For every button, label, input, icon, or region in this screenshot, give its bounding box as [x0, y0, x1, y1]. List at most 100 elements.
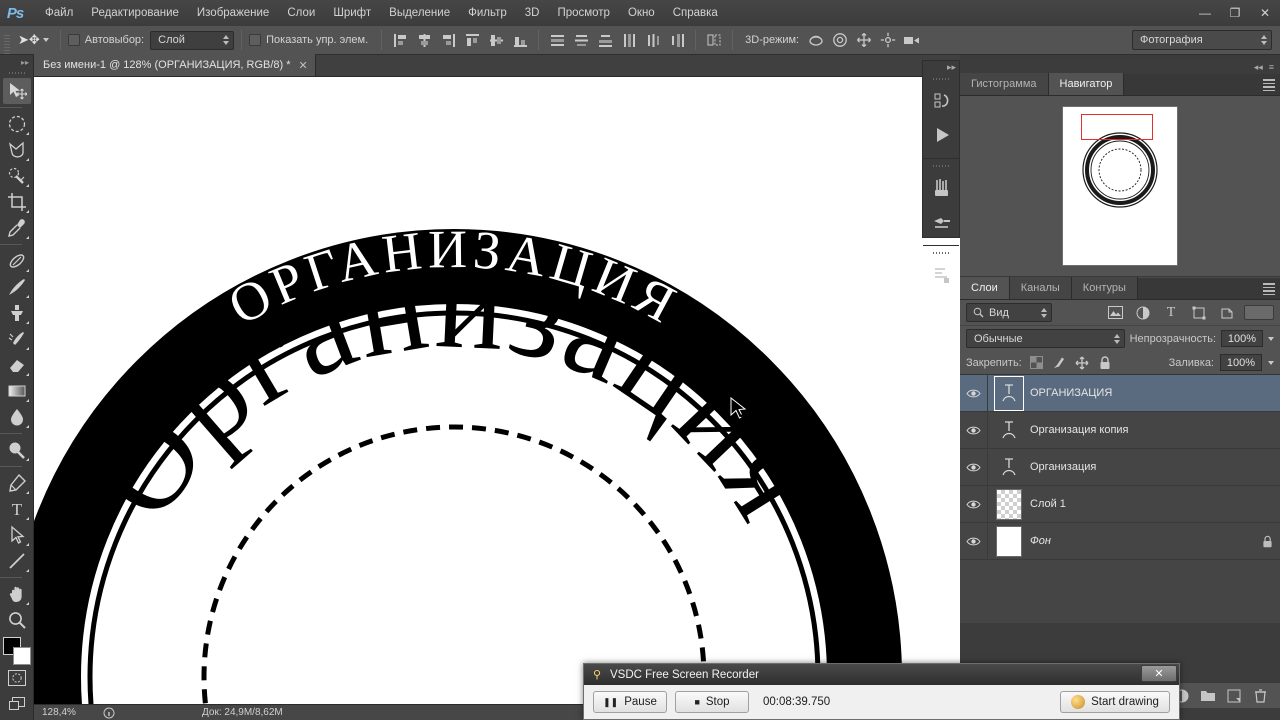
dodge-tool[interactable] [3, 437, 31, 463]
layer-thumbnail[interactable] [996, 488, 1022, 520]
workspace-select[interactable]: Фотография [1132, 30, 1272, 50]
type-tool[interactable]: T [3, 496, 31, 522]
tab-navigator[interactable]: Навигатор [1048, 73, 1125, 95]
delete-layer-icon[interactable] [1248, 685, 1272, 707]
move-tool[interactable] [2, 78, 31, 104]
lock-all-icon[interactable] [1097, 354, 1114, 371]
tools-collapse-button[interactable]: ▸▸ [0, 55, 33, 69]
align-top-edges-icon[interactable] [461, 30, 483, 51]
tab-channels[interactable]: Каналы [1009, 277, 1072, 299]
layer-name[interactable]: Фон [1030, 535, 1254, 547]
distribute-vertical-centers-icon[interactable] [570, 30, 592, 51]
pause-button[interactable]: ❚❚ Pause [593, 691, 667, 713]
menu-item-1[interactable]: Редактирование [82, 3, 188, 23]
new-group-icon[interactable] [1196, 685, 1220, 707]
distribute-top-edges-icon[interactable] [546, 30, 568, 51]
tab-layers[interactable]: Слои [960, 277, 1010, 299]
minimize-button[interactable]: — [1190, 0, 1220, 26]
brush-tool[interactable] [3, 274, 31, 300]
opacity-chevron-down-icon[interactable] [1268, 336, 1274, 341]
dock-menu-icon[interactable]: ≡ [1269, 62, 1274, 72]
layer-row[interactable]: Слой 1 [960, 486, 1280, 523]
layer-row[interactable]: Организация [960, 449, 1280, 486]
close-button[interactable]: ✕ [1250, 0, 1280, 26]
new-layer-icon[interactable] [1222, 685, 1246, 707]
navigator-view-box[interactable] [1081, 114, 1153, 140]
expand-dock-button[interactable]: ▸▸ [947, 62, 956, 73]
menu-item-2[interactable]: Изображение [188, 3, 278, 23]
filter-adjustment-icon[interactable] [1132, 303, 1154, 323]
navigator-preview[interactable] [960, 96, 1280, 276]
lock-transparency-icon[interactable] [1028, 354, 1045, 371]
auto-align-layers-button[interactable] [703, 30, 725, 51]
slide-3d-icon[interactable] [877, 30, 899, 51]
menu-item-5[interactable]: Выделение [380, 3, 459, 23]
close-icon[interactable]: ✕ [299, 59, 308, 72]
crop-tool[interactable] [3, 189, 31, 215]
line-tool[interactable] [3, 548, 31, 574]
menu-item-0[interactable]: Файл [36, 3, 82, 23]
stop-button[interactable]: ■ Stop [675, 691, 749, 713]
play-actions-icon[interactable] [923, 118, 961, 152]
align-bottom-edges-icon[interactable] [509, 30, 531, 51]
layer-row[interactable]: ОРГАНИЗАЦИЯ [960, 375, 1280, 412]
menu-item-8[interactable]: Просмотр [548, 3, 619, 23]
vsdc-recorder-dialog[interactable]: ⚲ VSDC Free Screen Recorder ✕ ❚❚ Pause ■… [583, 663, 1180, 720]
collapse-dock-icon[interactable]: ◂◂ [1254, 62, 1263, 73]
color-swatches[interactable] [2, 637, 32, 665]
filter-kind-select[interactable]: Вид [966, 303, 1052, 322]
distribute-bottom-edges-icon[interactable] [594, 30, 616, 51]
clone-stamp-tool[interactable] [3, 300, 31, 326]
tools-panel-grip[interactable] [0, 69, 33, 78]
layer-visibility-eye-icon[interactable] [960, 449, 988, 485]
layer-list[interactable]: ОРГАНИЗАЦИЯ Организация копия Организация С… [960, 375, 1280, 623]
history-brush-tool[interactable] [3, 326, 31, 352]
start-drawing-button[interactable]: Start drawing [1060, 691, 1170, 713]
align-right-edges-icon[interactable] [437, 30, 459, 51]
document-tab[interactable]: Без имени-1 @ 128% (ОРГАНИЗАЦИЯ, RGB/8) … [34, 54, 316, 76]
panel-menu-icon[interactable] [1263, 283, 1275, 295]
filter-enable-toggle[interactable] [1244, 305, 1274, 320]
layer-visibility-eye-icon[interactable] [960, 486, 988, 522]
screen-mode-button[interactable] [3, 691, 31, 717]
blend-mode-select[interactable]: Обычные [966, 329, 1125, 348]
align-horizontal-centers-icon[interactable] [413, 30, 435, 51]
menu-item-6[interactable]: Фильтр [459, 3, 516, 23]
tab-paths[interactable]: Контуры [1071, 277, 1138, 299]
panel-menu-icon[interactable] [1263, 79, 1275, 91]
document-info-icon[interactable] [96, 707, 122, 719]
filter-image-icon[interactable] [1104, 303, 1126, 323]
layer-name[interactable]: ОРГАНИЗАЦИЯ [1030, 387, 1254, 399]
dock-grip[interactable] [923, 249, 959, 258]
orbit-3d-icon[interactable] [805, 30, 827, 51]
layer-visibility-eye-icon[interactable] [960, 523, 988, 559]
scale-3d-icon[interactable] [901, 30, 923, 51]
menu-item-4[interactable]: Шрифт [324, 3, 380, 23]
menu-item-7[interactable]: 3D [516, 3, 549, 23]
menu-item-10[interactable]: Справка [664, 3, 727, 23]
marquee-tool[interactable] [3, 111, 31, 137]
eraser-tool[interactable] [3, 352, 31, 378]
pan-3d-icon[interactable] [853, 30, 875, 51]
active-tool-preview[interactable]: ➤✥ [14, 30, 53, 50]
lock-image-icon[interactable] [1051, 354, 1068, 371]
chevron-down-icon[interactable] [42, 38, 49, 42]
healing-brush-tool[interactable] [3, 248, 31, 274]
dock-grip[interactable] [923, 75, 959, 84]
brush-presets-icon[interactable] [923, 171, 961, 205]
opacity-value[interactable]: 100% [1221, 330, 1263, 347]
layer-visibility-eye-icon[interactable] [960, 375, 988, 411]
pen-tool[interactable] [3, 470, 31, 496]
fill-chevron-down-icon[interactable] [1268, 360, 1274, 365]
tool-presets-icon[interactable] [923, 205, 961, 239]
status-zoom-value[interactable]: 128,4% [34, 707, 96, 718]
fill-value[interactable]: 100% [1220, 354, 1262, 371]
options-bar-grip[interactable] [2, 25, 12, 55]
history-icon[interactable] [923, 84, 961, 118]
hand-tool[interactable] [3, 581, 31, 607]
canvas-area[interactable]: ОРГАНИЗАЦИЯ Организация [34, 77, 960, 704]
filter-smart-object-icon[interactable] [1216, 303, 1238, 323]
path-selection-tool[interactable] [3, 522, 31, 548]
quick-mask-toggle[interactable] [3, 665, 31, 691]
layer-thumbnail[interactable] [996, 415, 1022, 446]
